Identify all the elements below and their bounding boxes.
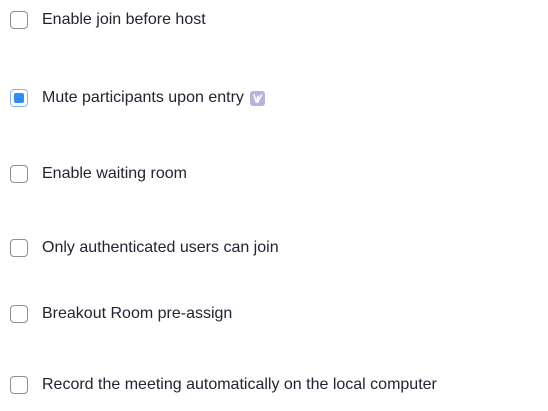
waiting-room-checkbox[interactable] bbox=[10, 165, 28, 183]
mute-participants-checkbox[interactable] bbox=[10, 89, 28, 107]
option-authenticated-users[interactable]: Only authenticated users can join bbox=[10, 236, 279, 260]
join-before-host-label[interactable]: Enable join before host bbox=[42, 8, 206, 32]
locked-setting-glyph bbox=[253, 93, 262, 103]
option-breakout-preassign[interactable]: Breakout Room pre-assign bbox=[10, 302, 232, 326]
auto-record-local-checkbox[interactable] bbox=[10, 376, 28, 394]
mute-participants-label[interactable]: Mute participants upon entry bbox=[42, 86, 244, 110]
authenticated-users-checkbox[interactable] bbox=[10, 239, 28, 257]
authenticated-users-label[interactable]: Only authenticated users can join bbox=[42, 236, 279, 260]
breakout-preassign-checkbox[interactable] bbox=[10, 305, 28, 323]
locked-setting-icon bbox=[249, 90, 265, 106]
option-mute-participants[interactable]: Mute participants upon entry bbox=[10, 86, 265, 110]
join-before-host-checkbox[interactable] bbox=[10, 11, 28, 29]
waiting-room-label[interactable]: Enable waiting room bbox=[42, 162, 187, 186]
option-auto-record-local[interactable]: Record the meeting automatically on the … bbox=[10, 373, 437, 397]
option-waiting-room[interactable]: Enable waiting room bbox=[10, 162, 187, 186]
meeting-options-panel: Enable join before host Mute participant… bbox=[0, 0, 548, 411]
breakout-preassign-label[interactable]: Breakout Room pre-assign bbox=[42, 302, 232, 326]
option-join-before-host[interactable]: Enable join before host bbox=[10, 8, 206, 32]
auto-record-local-label[interactable]: Record the meeting automatically on the … bbox=[42, 373, 437, 397]
